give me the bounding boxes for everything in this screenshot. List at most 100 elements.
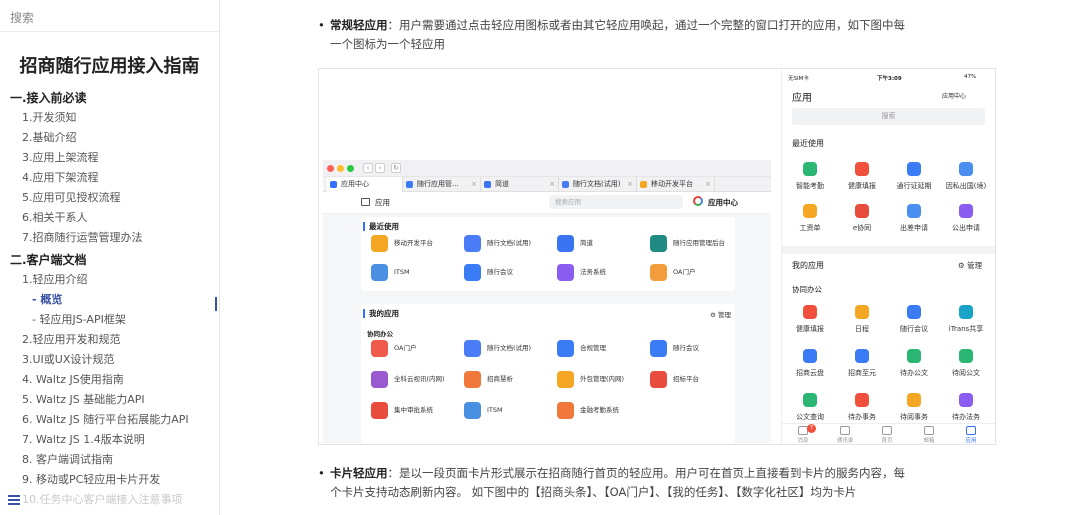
phone-tab-label: 通讯录	[836, 438, 854, 444]
phone-app-tile[interactable]: 招商云盘	[784, 349, 836, 383]
phone-app-tile[interactable]: 随行会议	[888, 305, 940, 339]
toc-item[interactable]: 7. Waltz JS 1.4版本说明	[0, 430, 219, 450]
phone-app-tile[interactable]: e协同	[836, 204, 888, 238]
phone-tab[interactable]: 消息 7	[785, 424, 821, 444]
phone-tab-label: 首页	[881, 438, 893, 444]
app-tile[interactable]: 简道	[557, 235, 649, 255]
window-tab[interactable]: 应用中心	[327, 177, 403, 192]
app-tile[interactable]: 随行会议	[464, 264, 556, 284]
app-tile[interactable]: 外包管理(内网)	[557, 371, 649, 391]
toc-section[interactable]: 二.客户端文档	[0, 250, 219, 270]
phone-app-tile[interactable]: 待阅公文	[940, 349, 992, 383]
minimize-dot-icon[interactable]	[337, 165, 344, 172]
toc-item[interactable]: 5. Waltz JS 基础能力API	[0, 390, 219, 410]
app-tile[interactable]: ITSM	[464, 402, 556, 422]
app-tile[interactable]: 招标平台	[650, 371, 742, 391]
phone-app-tile[interactable]: 公出申请	[940, 204, 992, 238]
unread-badge: 7	[807, 424, 816, 433]
phone-app-tile[interactable]: 待阅事务	[888, 393, 940, 427]
toc-item[interactable]: 8. 客户端调试指南	[0, 450, 219, 470]
forward-icon[interactable]: ›	[375, 163, 385, 173]
phone-app-tile[interactable]: 通行证延期	[888, 162, 940, 196]
app-tile[interactable]: 随行会议	[650, 340, 742, 360]
app-tile[interactable]: 金融考勤系统	[557, 402, 649, 422]
phone-app-tile[interactable]: 待办公文	[888, 349, 940, 383]
app-tile[interactable]: 随行文档(试用)	[464, 340, 556, 360]
tab-close-icon[interactable]: ×	[627, 177, 633, 192]
tab-close-icon[interactable]: ×	[471, 177, 477, 192]
app-tile[interactable]: 移动开发平台	[371, 235, 463, 255]
app-icon	[557, 402, 574, 419]
window-tab[interactable]: 随行文档(试用) ×	[559, 177, 637, 192]
phone-tab[interactable]: 应用	[953, 426, 989, 444]
toc-item[interactable]: 6.相关干系人	[0, 208, 219, 228]
toc-item[interactable]: 3.应用上架流程	[0, 148, 219, 168]
menu-icon[interactable]	[8, 495, 20, 505]
phone-app-tile[interactable]: 因私出国(境)	[940, 162, 992, 196]
back-icon[interactable]: ‹	[363, 163, 373, 173]
toc-item[interactable]: 4. Waltz JS使用指南	[0, 370, 219, 390]
app-name: 随行会议	[487, 268, 513, 277]
toc-section[interactable]: 一.接入前必读	[0, 88, 219, 108]
app-tile[interactable]: 随行文档(试用)	[464, 235, 556, 255]
toc-item[interactable]: 2.轻应用开发和规范	[0, 330, 219, 350]
app-tile[interactable]: 法务系统	[557, 264, 649, 284]
phone-group-label: 协同办公	[792, 285, 822, 294]
tab-close-icon[interactable]: ×	[549, 177, 555, 192]
toc-item[interactable]: 10.任务中心客户端接入注意事项	[0, 490, 219, 510]
phone-search-input[interactable]: 搜索	[792, 108, 985, 125]
window-tab[interactable]: 随行应用管... ×	[403, 177, 481, 192]
phone-app-tile[interactable]: 健康填报	[836, 162, 888, 196]
app-tile[interactable]: OA门户	[371, 340, 463, 360]
phone-app-tile[interactable]: 健康填报	[784, 305, 836, 339]
toc-item[interactable]: 4.应用下架流程	[0, 168, 219, 188]
toc-item[interactable]: 6. Waltz JS 随行平台拓展能力API	[0, 410, 219, 430]
phone-app-icon	[803, 393, 817, 407]
phone-app-tile[interactable]: 智能考勤	[784, 162, 836, 196]
window-tab[interactable]: 移动开发平台 ×	[637, 177, 715, 192]
phone-app-tile[interactable]: 日程	[836, 305, 888, 339]
toc-item[interactable]: 9. 移动或PC轻应用卡片开发	[0, 470, 219, 490]
status-time: 下午3:09	[877, 76, 902, 82]
toc-item[interactable]: 7.招商随行运营管理办法	[0, 228, 219, 248]
app-icon	[464, 264, 481, 281]
sidebar-search-input[interactable]: 搜索	[0, 0, 219, 32]
phone-tab[interactable]: 邮箱	[911, 426, 947, 444]
phone-tab[interactable]: 通讯录	[827, 426, 863, 444]
app-tile[interactable]: 招商慧析	[464, 371, 556, 391]
app-tile[interactable]: 集中审批系统	[371, 402, 463, 422]
toc-item[interactable]: - 概览	[0, 290, 219, 310]
phone-app-tile[interactable]: 出差申请	[888, 204, 940, 238]
phone-app-tile[interactable]: 工资单	[784, 204, 836, 238]
phone-app-tile[interactable]: 待办事务	[836, 393, 888, 427]
refresh-icon[interactable]: ↻	[391, 163, 401, 173]
window-tab[interactable]: 简道 ×	[481, 177, 559, 192]
toc-item[interactable]: 2.基础介绍	[0, 128, 219, 148]
close-dot-icon[interactable]	[327, 165, 334, 172]
app-icon	[650, 264, 667, 281]
toc-item[interactable]: 1.开发须知	[0, 108, 219, 128]
phone-manage-button[interactable]: ⚙ 管理	[958, 260, 982, 271]
phone-app-tile[interactable]: iTrans共享	[940, 305, 992, 339]
phone-tab[interactable]: 首页	[869, 426, 905, 444]
toc-item[interactable]: 1.轻应用介绍	[0, 270, 219, 290]
app-tile[interactable]: 全科云视讯(内网)	[371, 371, 463, 391]
toc-item[interactable]: 3.UI或UX设计规范	[0, 350, 219, 370]
app-name: 招标平台	[673, 375, 699, 384]
app-tile[interactable]: OA门户	[650, 264, 742, 284]
maximize-dot-icon[interactable]	[347, 165, 354, 172]
tab-close-icon[interactable]: ×	[705, 177, 711, 192]
phone-app-icon	[959, 305, 973, 319]
app-name: 法务系统	[580, 268, 606, 277]
app-tile[interactable]: 随行应用管理后台	[650, 235, 742, 255]
toc-item[interactable]: 5.应用可见授权流程	[0, 188, 219, 208]
app-name: OA门户	[394, 344, 417, 353]
app-search-input[interactable]: 搜索应用	[549, 195, 683, 209]
app-tile[interactable]: ITSM	[371, 264, 463, 284]
app-tile[interactable]: 合规管理	[557, 340, 649, 360]
phone-app-tile[interactable]: 公文查询	[784, 393, 836, 427]
toc-item[interactable]: - 轻应用JS-API框架	[0, 310, 219, 330]
manage-button[interactable]: ⚙ 管理	[710, 309, 731, 319]
phone-app-tile[interactable]: 招商至元	[836, 349, 888, 383]
phone-app-tile[interactable]: 待办法务	[940, 393, 992, 427]
